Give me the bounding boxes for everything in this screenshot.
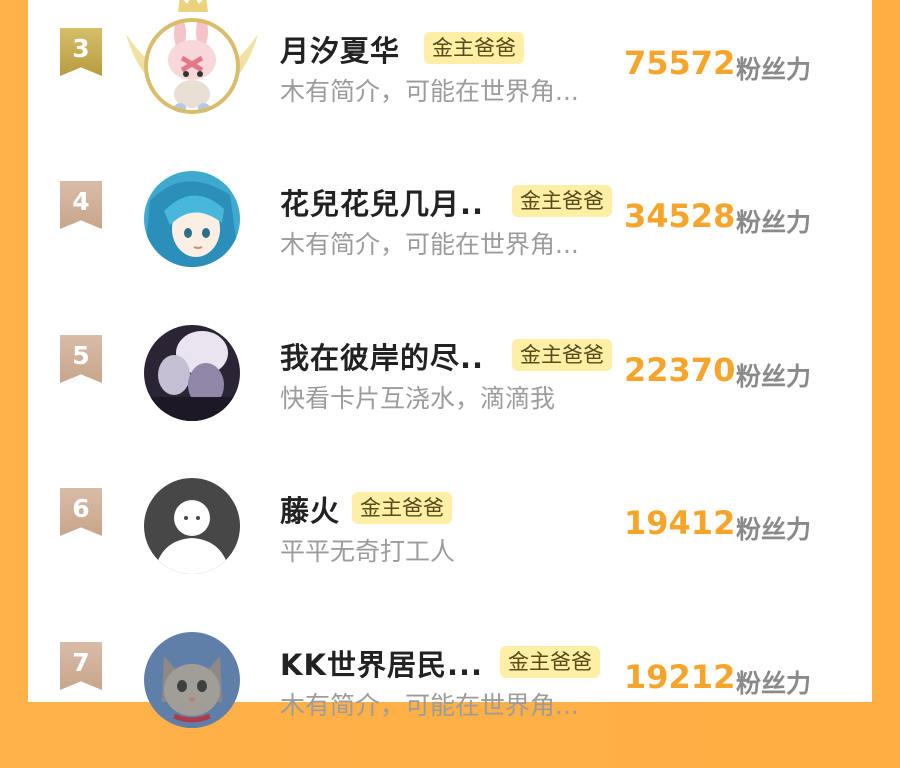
rank-badge: 7	[60, 642, 102, 690]
sponsor-badge: 金主爸爸	[352, 492, 452, 524]
fan-power-score: 19412	[624, 504, 736, 542]
fan-power-unit: 粉丝力	[736, 362, 812, 391]
user-avatar[interactable]	[144, 632, 240, 728]
rank-badge: 3	[60, 28, 102, 76]
ranking-row-6[interactable]: 6 藤火 金主爸爸 平平无奇打工人 19412 粉丝力	[28, 460, 872, 614]
fan-power-score: 34528	[624, 197, 736, 235]
fan-power-score: 22370	[624, 351, 736, 389]
ranking-row-3[interactable]: 3 月汐夏华 金主爸爸 木有简介，可能在世界角... 75572 粉丝力	[28, 0, 872, 154]
user-bio: 平平无奇打工人	[280, 537, 456, 566]
fan-power-score: 75572	[624, 44, 736, 82]
sponsor-badge: 金主爸爸	[512, 339, 612, 371]
ranking-list-panel: 3 月汐夏华 金主爸爸 木有简介，可能在世界角... 75572 粉丝力 4 花…	[28, 0, 872, 728]
user-name[interactable]: 我在彼岸的尽..	[280, 335, 484, 377]
fan-power-unit: 粉丝力	[736, 669, 812, 698]
user-avatar[interactable]	[144, 171, 240, 267]
user-avatar[interactable]	[144, 325, 240, 421]
fan-power-unit: 粉丝力	[736, 515, 812, 544]
sponsor-badge: 金主爸爸	[500, 646, 600, 678]
cat-avatar-icon	[144, 632, 240, 728]
ranking-row-5[interactable]: 5 我在彼岸的尽.. 金主爸爸 快看卡片互浇水，滴滴我 22370 粉丝力	[28, 307, 872, 461]
user-bio: 木有简介，可能在世界角...	[280, 691, 579, 720]
default-person-avatar-icon	[144, 478, 240, 574]
user-name[interactable]: 花兒花兒几月..	[280, 181, 484, 223]
user-bio: 快看卡片互浇水，滴滴我	[280, 384, 556, 413]
sponsor-badge: 金主爸爸	[512, 185, 612, 217]
user-name[interactable]: 藤火	[280, 488, 340, 530]
ranking-row-7[interactable]: 7 KK世界居民... 金主爸爸 木有简介，可能在世界角... 19212 粉丝…	[28, 614, 872, 768]
rank-badge: 4	[60, 181, 102, 229]
sponsor-badge: 金主爸爸	[424, 32, 524, 64]
fan-power-score: 19212	[624, 658, 736, 696]
user-bio: 木有简介，可能在世界角...	[280, 230, 579, 259]
anime-girl-blue-hair-avatar-icon	[144, 171, 240, 267]
anime-group-avatar-icon	[144, 325, 240, 421]
chopper-character-avatar-icon	[144, 18, 240, 114]
ranking-row-4[interactable]: 4 花兒花兒几月.. 金主爸爸 木有简介，可能在世界角... 34528 粉丝力	[28, 153, 872, 307]
user-avatar[interactable]	[144, 478, 240, 574]
rank-badge: 6	[60, 488, 102, 536]
rank-badge: 5	[60, 335, 102, 383]
user-bio: 木有简介，可能在世界角...	[280, 77, 579, 106]
user-name[interactable]: KK世界居民...	[280, 642, 483, 684]
user-name[interactable]: 月汐夏华	[280, 28, 400, 70]
user-avatar[interactable]	[144, 18, 240, 114]
crown-icon	[178, 0, 208, 12]
fan-power-unit: 粉丝力	[736, 55, 812, 84]
fan-power-unit: 粉丝力	[736, 208, 812, 237]
